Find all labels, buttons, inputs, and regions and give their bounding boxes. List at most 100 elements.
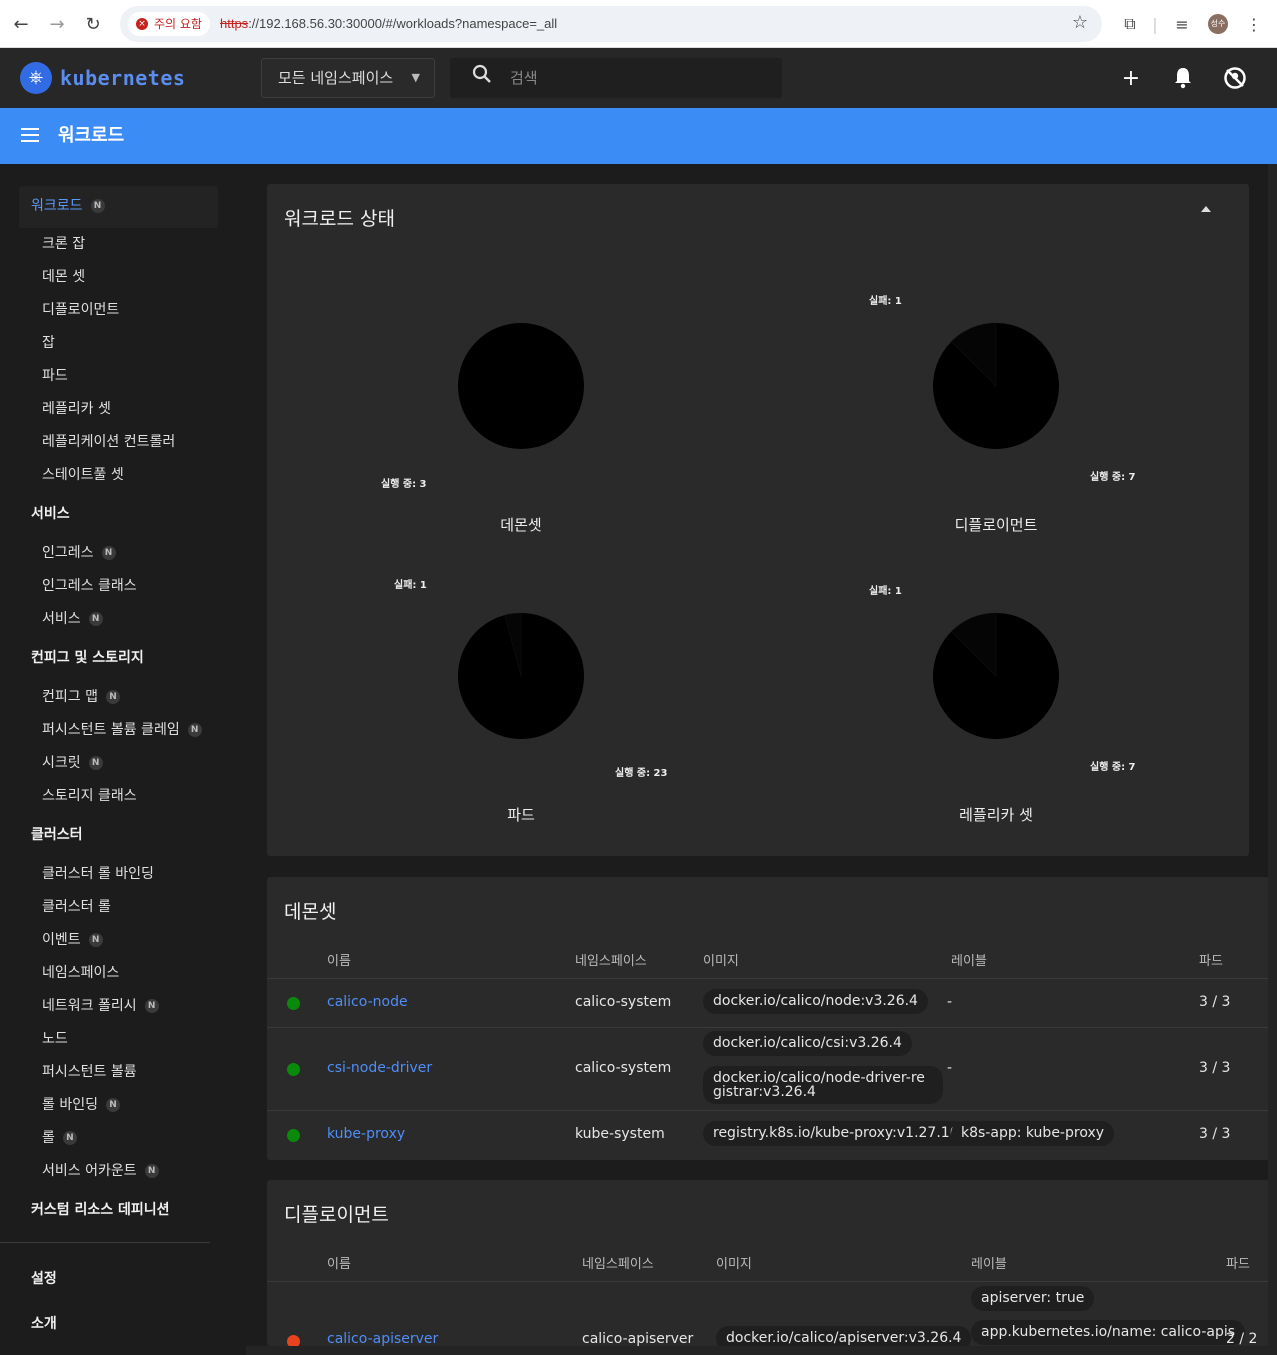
reload-icon[interactable]: ↻ — [79, 10, 107, 38]
image-chip: docker.io/calico/node:v3.26.4 — [703, 989, 928, 1014]
sidebar-item-label: 인그레스 클래스 — [42, 578, 137, 594]
sidebar-item-persistent-volumes[interactable]: 퍼시스턴트 볼륨 — [42, 1060, 137, 1084]
daemonset-pie-chart — [458, 323, 584, 449]
address-bar[interactable]: × 주의 요함 https://192.168.56.30:30000/#/wo… — [120, 6, 1102, 42]
sidebar-item-ingress-classes[interactable]: 인그레스 클래스 — [42, 574, 137, 598]
sidebar-item-label: 퍼시스턴트 볼륨 — [42, 1064, 137, 1080]
sidebar-item-replication-controllers[interactable]: 레플리케이션 컨트롤러 — [42, 430, 175, 454]
collapse-chevron-up-icon[interactable] — [1201, 206, 1211, 212]
sidebar-item-ingresses[interactable]: 인그레스 N — [42, 541, 116, 565]
table-divider — [267, 1110, 1269, 1111]
url-text: https://192.168.56.30:30000/#/workloads?… — [220, 6, 557, 42]
namespace-cell: calico-apiserver — [582, 1331, 694, 1346]
sidebar: 워크로드 N 크론 잡 데몬 셋 디플로이먼트 잡 파드 레플리카 셋 레플리케… — [0, 164, 246, 1355]
sidebar-item-settings[interactable]: 설정 — [31, 1267, 57, 1291]
column-header-name[interactable]: 이름 — [327, 1253, 351, 1272]
sidebar-item-events[interactable]: 이벤트 N — [42, 928, 103, 952]
profile-button[interactable]: 성수 — [1206, 10, 1230, 38]
vertical-scrollbar[interactable] — [1268, 164, 1277, 1355]
kubernetes-logo[interactable]: ⎈ kubernetes — [20, 62, 185, 94]
sidebar-item-secrets[interactable]: 시크릿 N — [42, 751, 103, 775]
pie-running-label: 실행 중: 3 — [381, 479, 427, 490]
sidebar-item-daemonsets[interactable]: 데몬 셋 — [42, 265, 85, 289]
sidebar-item-pvcs[interactable]: 퍼시스턴트 볼륨 클레임 N — [42, 718, 202, 742]
logout-user-icon[interactable] — [1219, 62, 1251, 94]
sidebar-item-cluster-role-bindings[interactable]: 클러스터 롤 바인딩 — [42, 862, 154, 886]
warning-icon: × — [136, 18, 148, 30]
column-header-name[interactable]: 이름 — [327, 950, 351, 969]
add-resource-icon[interactable]: + — [1115, 62, 1147, 94]
sidebar-item-role-bindings[interactable]: 롤 바인딩 N — [42, 1093, 120, 1117]
sidebar-item-cluster-roles[interactable]: 클러스터 롤 — [42, 895, 111, 919]
sidebar-item-service-accounts[interactable]: 서비스 어카운트 N — [42, 1159, 159, 1183]
bookmark-star-icon[interactable]: ☆ — [1072, 12, 1088, 33]
sidebar-item-roles[interactable]: 롤N — [42, 1126, 77, 1150]
pod-pie-chart — [458, 612, 584, 739]
sidebar-item-cronjobs[interactable]: 크론 잡 — [42, 232, 85, 256]
sidebar-item-replicasets[interactable]: 레플리카 셋 — [42, 397, 111, 421]
sidebar-item-statefulsets[interactable]: 스테이트풀 셋 — [42, 463, 124, 487]
namespace-cell: calico-system — [575, 994, 672, 1010]
sidebar-item-workloads-label[interactable]: 워크로드 N — [31, 194, 105, 218]
labels-cell: - — [947, 994, 953, 1010]
image-chip: docker.io/calico/node-driver-registrar:v… — [703, 1066, 943, 1104]
sidebar-item-pods[interactable]: 파드 — [42, 364, 68, 388]
logo-text: kubernetes — [60, 66, 186, 90]
sidebar-item-jobs[interactable]: 잡 — [42, 331, 55, 355]
chevron-down-icon: ▼ — [411, 71, 420, 84]
horizontal-scrollbar[interactable] — [246, 1346, 1268, 1355]
resource-link[interactable]: csi-node-driver — [327, 1060, 432, 1076]
labels-cell: - — [947, 1060, 953, 1076]
column-header-namespace[interactable]: 네임스페이스 — [582, 1253, 654, 1272]
sidebar-item-namespaces[interactable]: 네임스페이스 — [42, 961, 119, 985]
namespace-selector[interactable]: 모든 네임스페이스 ▼ — [261, 58, 435, 98]
sidebar-item-label: 클러스터 롤 — [42, 899, 111, 915]
sidebar-item-label: 워크로드 — [31, 198, 83, 214]
resource-link[interactable]: calico-apiserver — [327, 1331, 438, 1346]
search-input[interactable] — [510, 66, 770, 90]
sidebar-item-label: 네임스페이스 — [42, 965, 120, 981]
sidebar-item-label: 퍼시스턴트 볼륨 클레임 — [42, 722, 180, 738]
security-warning-chip[interactable]: × 주의 요함 — [128, 12, 210, 36]
sidebar-item-configmaps[interactable]: 컨피그 맵 N — [42, 685, 120, 709]
column-header-pods: 파드 — [1199, 954, 1223, 969]
sidebar-item-storage-classes[interactable]: 스토리지 클래스 — [42, 784, 137, 808]
back-icon[interactable]: ← — [7, 10, 35, 38]
pie-running-label: 실행 중: 7 — [1090, 472, 1136, 483]
namespaced-badge: N — [88, 756, 103, 770]
media-queue-icon[interactable]: ≡ — [1170, 10, 1194, 38]
sidebar-section-cluster[interactable]: 클러스터 — [31, 823, 83, 847]
image-chip: registry.k8s.io/kube-proxy:v1.27.16 — [703, 1121, 969, 1146]
table-divider — [267, 1027, 1269, 1028]
workload-status-card: 워크로드 상태 실행 중: 3 데몬셋 실패: 1 실행 중: 7 디플로이먼트… — [267, 184, 1249, 856]
pie-slice-running — [458, 323, 584, 449]
card-title: 워크로드 상태 — [284, 208, 395, 230]
table-divider — [267, 1281, 1269, 1282]
table-divider — [267, 978, 1269, 979]
forward-icon[interactable]: → — [43, 10, 71, 38]
sidebar-section-config-storage[interactable]: 컨피그 및 스토리지 — [31, 646, 144, 670]
sidebar-item-about[interactable]: 소개 — [31, 1312, 57, 1336]
sidebar-item-label: 스토리지 클래스 — [42, 788, 137, 804]
namespaced-badge: N — [101, 546, 116, 560]
resource-link[interactable]: calico-node — [327, 994, 408, 1010]
namespaced-badge: N — [187, 723, 202, 737]
browser-menu-icon[interactable]: ⋮ — [1242, 10, 1266, 38]
notifications-bell-icon[interactable] — [1167, 62, 1199, 94]
resource-link[interactable]: kube-proxy — [327, 1126, 405, 1142]
namespaced-badge: N — [144, 999, 159, 1013]
hamburger-menu-icon[interactable] — [20, 124, 42, 146]
sidebar-item-label: 컨피그 맵 — [42, 689, 98, 705]
pie-running-label: 실행 중: 7 — [1090, 762, 1136, 773]
sidebar-item-label: 인그레스 — [42, 545, 94, 561]
sidebar-section-crds[interactable]: 커스텀 리소스 데피니션 — [31, 1198, 170, 1222]
page-toolbar: 워크로드 — [0, 108, 1277, 164]
column-header-namespace[interactable]: 네임스페이스 — [575, 950, 647, 969]
sidebar-section-service[interactable]: 서비스 — [31, 502, 70, 526]
sidebar-item-deployments[interactable]: 디플로이먼트 — [42, 298, 119, 322]
sidebar-item-nodes[interactable]: 노드 — [42, 1027, 68, 1051]
sidebar-item-network-policies[interactable]: 네트워크 폴리시 N — [42, 994, 159, 1018]
sidebar-item-label: 서비스 어카운트 — [42, 1163, 137, 1179]
sidebar-item-services[interactable]: 서비스 N — [42, 607, 103, 631]
extensions-icon[interactable]: ⧉ — [1118, 10, 1142, 38]
